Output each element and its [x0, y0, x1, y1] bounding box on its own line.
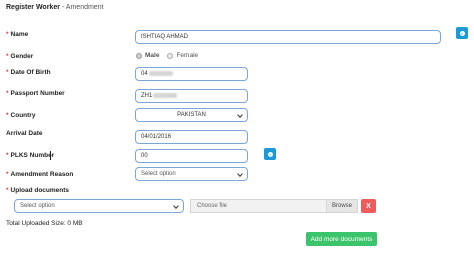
plks-label: * PLKS Number: [6, 152, 54, 159]
gender-radio-male[interactable]: [136, 52, 142, 59]
gender-label-male[interactable]: Male: [145, 52, 159, 59]
plks-value: 00: [141, 153, 148, 159]
passport-value: ZH1: [141, 93, 153, 99]
page-title-sub: Amendment: [65, 4, 104, 11]
document-type-placeholder: Select option: [20, 203, 55, 209]
required-star: *: [6, 69, 9, 76]
name-input[interactable]: ISHTIAQ AHMAD: [135, 30, 441, 44]
amendment-reason-label-text: Amendment Reason: [10, 171, 74, 178]
gender-label-female[interactable]: Female: [176, 52, 198, 59]
add-more-documents-button[interactable]: Add more documents: [306, 232, 377, 246]
amendment-reason-select[interactable]: Select option: [135, 167, 248, 181]
dob-label-text: Date Of Birth: [10, 69, 51, 76]
required-star: *: [6, 152, 9, 159]
total-uploaded-size: Total Uploaded Size: 0 MB: [6, 220, 83, 227]
plks-label-text: PLKS Number: [10, 152, 55, 159]
dob-label: * Date Of Birth: [6, 69, 51, 76]
browse-button[interactable]: Browse: [325, 200, 357, 212]
redacted-dob: [148, 70, 173, 76]
name-label-text: Name: [10, 31, 29, 38]
file-chooser[interactable]: Choose file Browse: [190, 199, 358, 213]
country-label-text: Country: [10, 112, 36, 119]
country-label: * Country: [6, 112, 35, 119]
page-title-main: Register Worker: [6, 4, 60, 11]
text-cursor: [50, 151, 51, 160]
upload-documents-label: * Upload documents: [6, 187, 69, 194]
upload-documents-label-text: Upload documents: [10, 187, 70, 194]
gender-label-text: Gender: [10, 53, 34, 60]
name-label: * Name: [6, 31, 28, 38]
redacted-passport: [153, 92, 178, 98]
amendment-reason-label: * Amendment Reason: [6, 171, 73, 178]
required-star: *: [6, 171, 9, 178]
required-star: *: [6, 53, 9, 60]
passport-label: * Passport Number: [6, 90, 65, 97]
plks-info-button[interactable]: i: [264, 148, 276, 160]
passport-input[interactable]: ZH1: [135, 89, 248, 103]
country-value: PAKISTAN: [177, 112, 206, 118]
passport-label-text: Passport Number: [10, 90, 65, 97]
gender-radio-female[interactable]: [167, 52, 174, 59]
register-worker-amendment-form: Register Worker - Amendment * Name ISHTIA…: [0, 0, 474, 255]
dob-value: 04: [141, 71, 148, 77]
gender-radio-group: Male Female: [136, 52, 203, 59]
page-title: Register Worker - Amendment: [6, 4, 104, 11]
dob-input[interactable]: 04: [135, 67, 248, 81]
close-icon: X: [366, 202, 371, 210]
name-info-button[interactable]: i: [456, 27, 468, 39]
required-star: *: [6, 90, 9, 97]
required-star: *: [6, 31, 9, 38]
arrival-date-input[interactable]: 04/01/2016: [135, 130, 248, 144]
required-star: *: [6, 187, 9, 194]
choose-file-placeholder: Choose file: [197, 203, 228, 209]
plks-input[interactable]: 00: [135, 149, 248, 163]
name-value: ISHTIAQ AHMAD: [141, 34, 189, 40]
document-type-select[interactable]: Select option: [14, 199, 184, 213]
arrival-date-label-text: Arrival Date: [6, 130, 43, 137]
country-select[interactable]: PAKISTAN: [135, 108, 248, 122]
remove-document-button[interactable]: X: [361, 199, 376, 213]
arrival-date-label: Arrival Date: [6, 130, 43, 137]
info-icon: i: [267, 151, 273, 157]
amendment-reason-placeholder: Select option: [141, 171, 176, 177]
info-icon: i: [459, 30, 465, 36]
arrival-date-value: 04/01/2016: [141, 134, 172, 140]
gender-label: * Gender: [6, 53, 33, 60]
required-star: *: [6, 112, 9, 119]
